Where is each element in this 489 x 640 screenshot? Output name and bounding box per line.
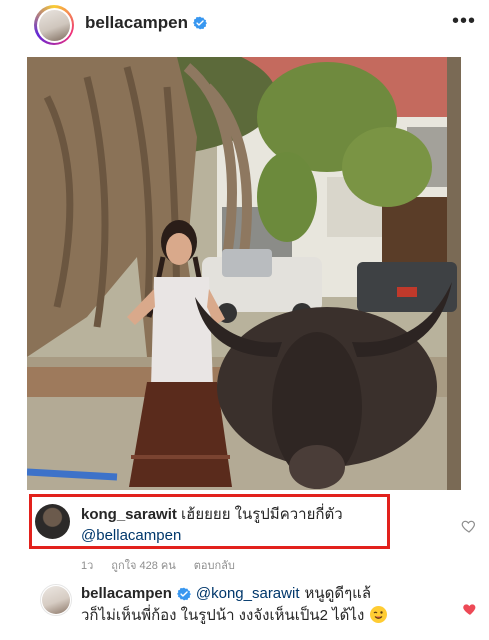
comment-mention[interactable]: @bellacampen: [81, 527, 181, 544]
post-author[interactable]: bellacampen: [85, 13, 207, 33]
comment-line: วก็ไม่เห็นพี่ก้อง ในรูปน้า งงจังเห็นเป็น…: [81, 606, 388, 626]
comment-username[interactable]: bellacampen: [81, 584, 172, 604]
post-author-avatar[interactable]: [34, 5, 74, 45]
comment-time: 1ว: [81, 560, 94, 572]
comment-mention[interactable]: @kong_sarawit: [196, 584, 300, 604]
photo-illustration: [27, 57, 461, 490]
verified-badge-icon: [176, 587, 191, 601]
comment-line: @bellacampen: [81, 526, 181, 546]
comment-line: bellacampen @kong_sarawit หนูดูดีๆแล้: [81, 584, 371, 604]
verified-badge-icon: [193, 16, 207, 30]
more-options-icon[interactable]: •••: [452, 11, 476, 31]
comment-text: หนูดูดีๆแล้: [304, 585, 372, 602]
comment-line: kong_sarawit เฮ้ยยยย ในรูปมีควายกี่ตัว: [81, 505, 343, 525]
post-photo[interactable]: [27, 57, 461, 490]
reply-button[interactable]: ตอบกลับ: [194, 556, 235, 574]
comment-text: วก็ไม่เห็นพี่ก้อง ในรูปน้า งงจังเห็นเป็น…: [81, 607, 365, 624]
reply-avatar[interactable]: [40, 584, 72, 616]
commenter-avatar[interactable]: [35, 504, 70, 539]
like-heart-icon[interactable]: [461, 518, 477, 534]
comment-meta: 1ว ถูกใจ 428 คน ตอบกลับ: [81, 556, 235, 574]
liked-heart-icon[interactable]: [462, 601, 478, 617]
avatar-image: [42, 586, 70, 614]
comment-text: เฮ้ยยยย ในรูปมีควายกี่ตัว: [181, 506, 343, 523]
comment-likes[interactable]: ถูกใจ 428 คน: [111, 556, 175, 574]
winking-face-emoji-icon: [370, 606, 388, 623]
avatar-image: [38, 9, 70, 41]
post-author-username[interactable]: bellacampen: [85, 13, 188, 33]
comment-username[interactable]: kong_sarawit: [81, 506, 177, 523]
